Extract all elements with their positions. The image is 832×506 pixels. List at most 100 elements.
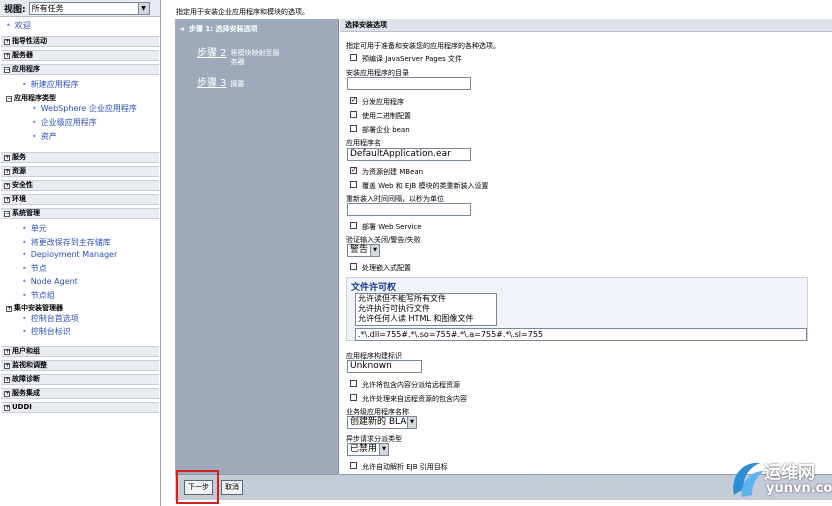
checkbox-embedded-config[interactable] xyxy=(350,263,357,270)
nav-section-monitoring[interactable]: + 监视和调整 xyxy=(1,360,159,371)
cancel-button[interactable]: 取消 xyxy=(221,480,243,495)
nav-section-resources[interactable]: + 资源 xyxy=(1,166,159,177)
nav-link-console-identity[interactable]: • 控制台标识 xyxy=(22,326,71,337)
nav-link-new-application[interactable]: • 新建应用程序 xyxy=(22,79,79,90)
bullet-icon: • xyxy=(22,238,27,247)
expand-icon: + xyxy=(4,38,11,45)
expand-icon: + xyxy=(4,168,11,175)
label-distribute-app: 分发应用程序 xyxy=(362,98,404,106)
checkbox-deploy-ejb[interactable] xyxy=(350,125,357,132)
nav-section-uddi[interactable]: + UDDI xyxy=(1,402,159,413)
nav-link-nodes[interactable]: • 节点 xyxy=(22,263,47,274)
view-bar: 视图: 所有任务 ▼ xyxy=(0,0,160,17)
highlight-box xyxy=(176,470,219,504)
watermark-logo-en: yunvn.com xyxy=(766,481,832,496)
checkbox-ejb-ref-target[interactable] xyxy=(350,462,357,469)
bullet-icon: • xyxy=(6,21,11,30)
file-permission-group: 文件许可权 允许读但不能写所有文件 允许执行可执行文件 允许任何人读 HTML … xyxy=(346,277,808,341)
nav-section-servers[interactable]: + 服务器 xyxy=(1,50,159,61)
bullet-icon: • xyxy=(22,314,27,323)
view-select[interactable]: 所有任务 ▼ xyxy=(28,1,150,15)
label-create-mbean: 为资源创建 MBean xyxy=(362,168,424,176)
nav-link-cells[interactable]: • 单元 xyxy=(22,223,47,234)
wizard-steps-panel: ➜ 步骤 1: 选择安装选项 步骤 2 将模块映射至服务器 步骤 3 摘要 xyxy=(175,19,339,474)
chevron-down-icon: ▼ xyxy=(370,245,379,256)
checkbox-override-reload[interactable] xyxy=(350,181,357,188)
nav-link-deployment-manager[interactable]: • Deployment Manager xyxy=(22,250,117,259)
nav-subtree-central-install-manager[interactable]: + 集中安装管理器 xyxy=(6,303,63,313)
section-title: 选择安装选项 xyxy=(340,19,832,32)
nav-link-save-changes[interactable]: • 将更改保存到主存储库 xyxy=(22,237,111,248)
bullet-icon: • xyxy=(22,224,27,233)
async-request-select[interactable]: 已禁用 ▼ xyxy=(347,443,389,456)
file-permission-title: 文件许可权 xyxy=(351,283,397,293)
file-permission-input[interactable]: .*\.dll=755#.*\.so=755#.*\.a=755#.*\.sl=… xyxy=(355,328,807,341)
nav-section-services[interactable]: + 服务 xyxy=(1,152,159,163)
view-select-value: 所有任务 xyxy=(31,3,64,13)
checkbox-service-remote[interactable] xyxy=(350,394,357,401)
page-instruction: 指定用于安装企业应用程序和模块的选项。 xyxy=(176,8,309,16)
list-item[interactable]: 允许任何人读 HTML 和图像文件 xyxy=(358,314,496,324)
nav-link-assets[interactable]: • 资产 xyxy=(32,131,57,142)
app-name-input[interactable]: DefaultApplication.ear xyxy=(347,148,471,161)
nav-link-node-groups[interactable]: • 节点组 xyxy=(22,290,55,301)
checkbox-dispatch-remote[interactable] xyxy=(350,380,357,387)
chevron-down-icon: ▼ xyxy=(137,2,149,14)
bullet-icon: • xyxy=(22,80,27,89)
label-embedded-config: 处理嵌入式配置 xyxy=(362,264,411,272)
watermark-logo: 运维网 yunvn.com xyxy=(728,455,832,503)
nav-section-system-admin[interactable]: − 系统管理 xyxy=(1,208,159,219)
nav-section-security[interactable]: + 安全性 xyxy=(1,180,159,191)
nav-link-websphere-enterprise-apps[interactable]: • WebSphere 企业应用程序 xyxy=(32,103,137,114)
file-permission-list[interactable]: 允许读但不能写所有文件 允许执行可执行文件 允许任何人读 HTML 和图像文件 xyxy=(355,293,497,326)
nav-section-guided-activities[interactable]: + 指导性活动 xyxy=(1,36,159,47)
wizard-step-3[interactable]: 步骤 3 摘要 xyxy=(197,79,245,89)
reload-interval-input[interactable] xyxy=(347,203,471,216)
expand-icon: + xyxy=(4,154,11,161)
install-directory-input[interactable] xyxy=(347,77,471,90)
nav-link-console-preferences[interactable]: • 控制台首选项 xyxy=(22,313,79,324)
expand-icon: + xyxy=(4,52,11,59)
nav-section-environment[interactable]: + 环境 xyxy=(1,194,159,205)
expand-icon: + xyxy=(4,376,11,383)
arrow-right-icon: ➜ xyxy=(179,25,185,33)
nav-section-applications[interactable]: − 应用程序 xyxy=(1,64,159,75)
nav-link-business-level-apps[interactable]: • 企业级应用程序 xyxy=(32,117,97,128)
nav-link-welcome[interactable]: • 欢迎 xyxy=(6,20,31,31)
bullet-icon: • xyxy=(32,104,37,113)
form-intro: 指定可用于准备和安装您的应用程序的各种选项。 xyxy=(346,42,500,50)
nav-subtree-app-types[interactable]: − 应用程序类型 xyxy=(6,93,56,103)
collapse-icon: − xyxy=(4,66,11,73)
nav-section-service-integration[interactable]: + 服务集成 xyxy=(1,388,159,399)
install-options-form: 选择安装选项 指定可用于准备和安装您的应用程序的各种选项。 预编译 JavaSe… xyxy=(340,19,832,474)
checkbox-binary-config[interactable] xyxy=(350,111,357,118)
list-item[interactable]: 允许执行可执行文件 xyxy=(358,304,496,314)
label-precompile-jsp: 预编译 JavaServer Pages 文件 xyxy=(362,55,463,63)
label-dispatch-remote: 允许将包含内容分派给远程资源 xyxy=(362,381,460,389)
label-app-name: 应用程序名 xyxy=(346,139,381,147)
validate-input-select[interactable]: 警告 ▼ xyxy=(347,244,380,257)
build-id-input[interactable]: Unknown xyxy=(347,360,422,373)
watermark-url: http://blog.csdn.net/hea xyxy=(478,477,666,492)
nav-section-users-groups[interactable]: + 用户和组 xyxy=(1,346,159,357)
bla-name-select[interactable]: 创建新的 BLA ▼ xyxy=(347,416,417,429)
expand-icon: + xyxy=(6,305,13,312)
nav-link-node-agent[interactable]: • Node Agent xyxy=(22,277,78,286)
bullet-icon: • xyxy=(22,264,27,273)
bullet-icon: • xyxy=(22,250,27,259)
checkbox-precompile-jsp[interactable] xyxy=(350,54,357,61)
checkbox-deploy-webservice[interactable] xyxy=(350,222,357,229)
checkbox-distribute-app[interactable]: ✓ xyxy=(350,97,357,104)
expand-icon: + xyxy=(4,182,11,189)
checkbox-create-mbean[interactable]: ✓ xyxy=(350,167,357,174)
label-deploy-ejb: 部署企业 bean xyxy=(362,126,410,134)
label-ejb-ref-target: 允许自动解析 EJB 引用目标 xyxy=(362,463,448,471)
chevron-down-icon: ▼ xyxy=(407,417,416,428)
list-item[interactable]: 允许读但不能写所有文件 xyxy=(358,294,496,304)
wizard-step-2[interactable]: 步骤 2 将模块映射至服务器 xyxy=(197,49,281,67)
label-binary-config: 使用二进制配置 xyxy=(362,112,411,120)
chevron-down-icon: ▼ xyxy=(379,444,388,455)
nav-section-troubleshooting[interactable]: + 故障诊断 xyxy=(1,374,159,385)
wizard-step-1-current: ➜ 步骤 1: 选择安装选项 xyxy=(179,25,258,33)
expand-icon: + xyxy=(4,390,11,397)
